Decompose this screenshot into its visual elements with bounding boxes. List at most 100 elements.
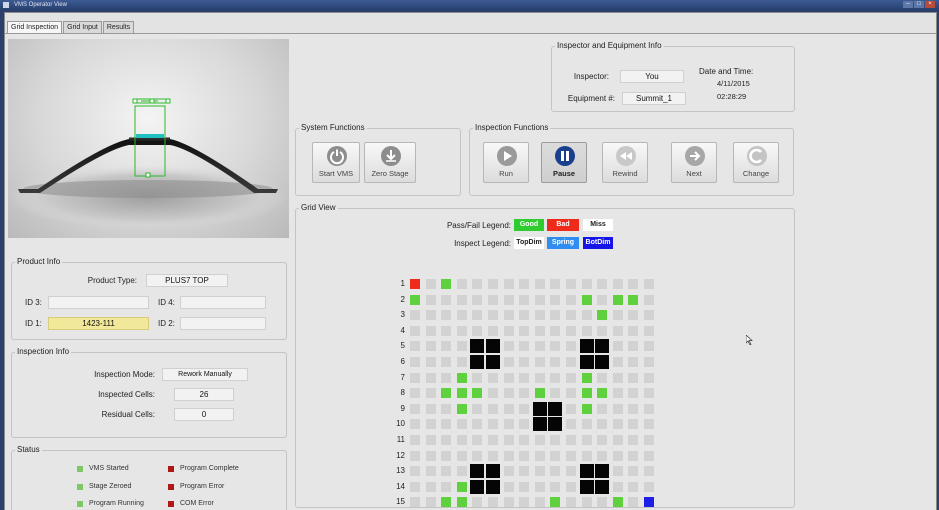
- grid-cell[interactable]: [472, 310, 483, 321]
- maximize-button[interactable]: □: [914, 1, 924, 8]
- grid-cell[interactable]: [612, 310, 623, 321]
- grid-cell[interactable]: [472, 325, 483, 336]
- grid-cell[interactable]: [550, 357, 561, 367]
- grid-cell[interactable]: [612, 466, 623, 477]
- zero-stage-button[interactable]: Zero Stage: [364, 142, 416, 183]
- grid-cell[interactable]: [612, 341, 623, 352]
- grid-cell[interactable]: [441, 435, 452, 445]
- grid-cell[interactable]: [425, 325, 436, 336]
- grid-cell[interactable]: [488, 325, 498, 336]
- grid-cell[interactable]: [597, 403, 608, 414]
- grid-cell[interactable]: [628, 497, 639, 508]
- grid-cell[interactable]: [612, 372, 623, 383]
- grid-cell[interactable]: [410, 294, 420, 305]
- grid-cell[interactable]: [550, 497, 561, 508]
- grid-cell[interactable]: [503, 450, 514, 461]
- grid-cell[interactable]: [488, 403, 498, 414]
- grid-cell[interactable]: [566, 279, 576, 289]
- grid-cell[interactable]: [441, 466, 452, 477]
- grid-cell[interactable]: [581, 497, 592, 508]
- grid-cell[interactable]: [472, 388, 483, 399]
- grid-cell[interactable]: [456, 450, 467, 461]
- grid-cell[interactable]: [612, 294, 623, 305]
- grid-cell[interactable]: [425, 279, 436, 289]
- grid-cell[interactable]: [628, 341, 639, 352]
- grid-cell[interactable]: [534, 497, 545, 508]
- grid-cell[interactable]: [410, 466, 420, 477]
- grid-cell[interactable]: [612, 357, 623, 367]
- grid-cell[interactable]: [488, 497, 498, 508]
- grid-cell[interactable]: [597, 372, 608, 383]
- grid-cell[interactable]: [425, 310, 436, 321]
- grid-cell[interactable]: [566, 357, 576, 367]
- rewind-button[interactable]: Rewind: [602, 142, 648, 183]
- grid-cell[interactable]: [581, 419, 592, 430]
- grid-cell[interactable]: [612, 435, 623, 445]
- grid-cell[interactable]: [644, 372, 654, 383]
- grid-cell[interactable]: [456, 481, 467, 492]
- grid-cell[interactable]: [441, 450, 452, 461]
- grid-cell[interactable]: [503, 419, 514, 430]
- grid-cell[interactable]: [581, 372, 592, 383]
- grid-cell[interactable]: [644, 388, 654, 399]
- grid-cell[interactable]: [410, 435, 420, 445]
- grid-cell[interactable]: [581, 388, 592, 399]
- grid-cell[interactable]: [488, 310, 498, 321]
- grid-cell[interactable]: [456, 388, 467, 399]
- close-button[interactable]: ×: [925, 1, 935, 8]
- grid-cell[interactable]: [519, 279, 530, 289]
- grid-cell[interactable]: [488, 294, 498, 305]
- grid-cell[interactable]: [456, 419, 467, 430]
- grid-cell[interactable]: [519, 294, 530, 305]
- grid-cell[interactable]: [425, 497, 436, 508]
- grid-cell[interactable]: [441, 372, 452, 383]
- change-button[interactable]: Change: [733, 142, 779, 183]
- grid-cell[interactable]: [581, 450, 592, 461]
- grid-cell[interactable]: [550, 481, 561, 492]
- grid-cell[interactable]: [519, 403, 530, 414]
- grid-cell[interactable]: [628, 481, 639, 492]
- grid-cell[interactable]: [503, 310, 514, 321]
- grid-cell[interactable]: [597, 294, 608, 305]
- grid-cell[interactable]: [597, 310, 608, 321]
- grid-cell[interactable]: [628, 325, 639, 336]
- start-vms-button[interactable]: Start VMS: [312, 142, 360, 183]
- tab-results[interactable]: Results: [102, 21, 135, 33]
- grid-cell[interactable]: [644, 466, 654, 477]
- grid-cell[interactable]: [644, 310, 654, 321]
- grid-cell[interactable]: [410, 310, 420, 321]
- grid-cell[interactable]: [628, 310, 639, 321]
- grid-cell[interactable]: [488, 279, 498, 289]
- grid-cell[interactable]: [566, 419, 576, 430]
- grid-cell[interactable]: [519, 450, 530, 461]
- grid-cell[interactable]: [503, 357, 514, 367]
- grid-cell[interactable]: [441, 294, 452, 305]
- grid-cell[interactable]: [425, 419, 436, 430]
- grid-cell[interactable]: [550, 341, 561, 352]
- grid-cell[interactable]: [644, 357, 654, 367]
- minimize-button[interactable]: –: [903, 1, 913, 8]
- grid-cell[interactable]: [488, 450, 498, 461]
- grid-cell[interactable]: [534, 357, 545, 367]
- grid-cell[interactable]: [425, 435, 436, 445]
- grid-cell[interactable]: [566, 497, 576, 508]
- grid-cell[interactable]: [456, 294, 467, 305]
- grid-cell[interactable]: [644, 497, 654, 508]
- grid-cell[interactable]: [550, 325, 561, 336]
- grid-cell[interactable]: [503, 403, 514, 414]
- grid-cell[interactable]: [441, 419, 452, 430]
- grid-cell[interactable]: [534, 481, 545, 492]
- grid-cell[interactable]: [456, 357, 467, 367]
- run-button[interactable]: Run: [483, 142, 529, 183]
- grid-cell[interactable]: [410, 325, 420, 336]
- grid-cell[interactable]: [566, 450, 576, 461]
- grid-cell[interactable]: [628, 403, 639, 414]
- grid-cell[interactable]: [410, 279, 420, 289]
- id4-field[interactable]: [180, 296, 266, 309]
- grid-cell[interactable]: [566, 435, 576, 445]
- grid-cell[interactable]: [550, 372, 561, 383]
- grid-cell[interactable]: [503, 294, 514, 305]
- grid-cell[interactable]: [644, 481, 654, 492]
- grid-cell[interactable]: [472, 419, 483, 430]
- grid-cell[interactable]: [456, 372, 467, 383]
